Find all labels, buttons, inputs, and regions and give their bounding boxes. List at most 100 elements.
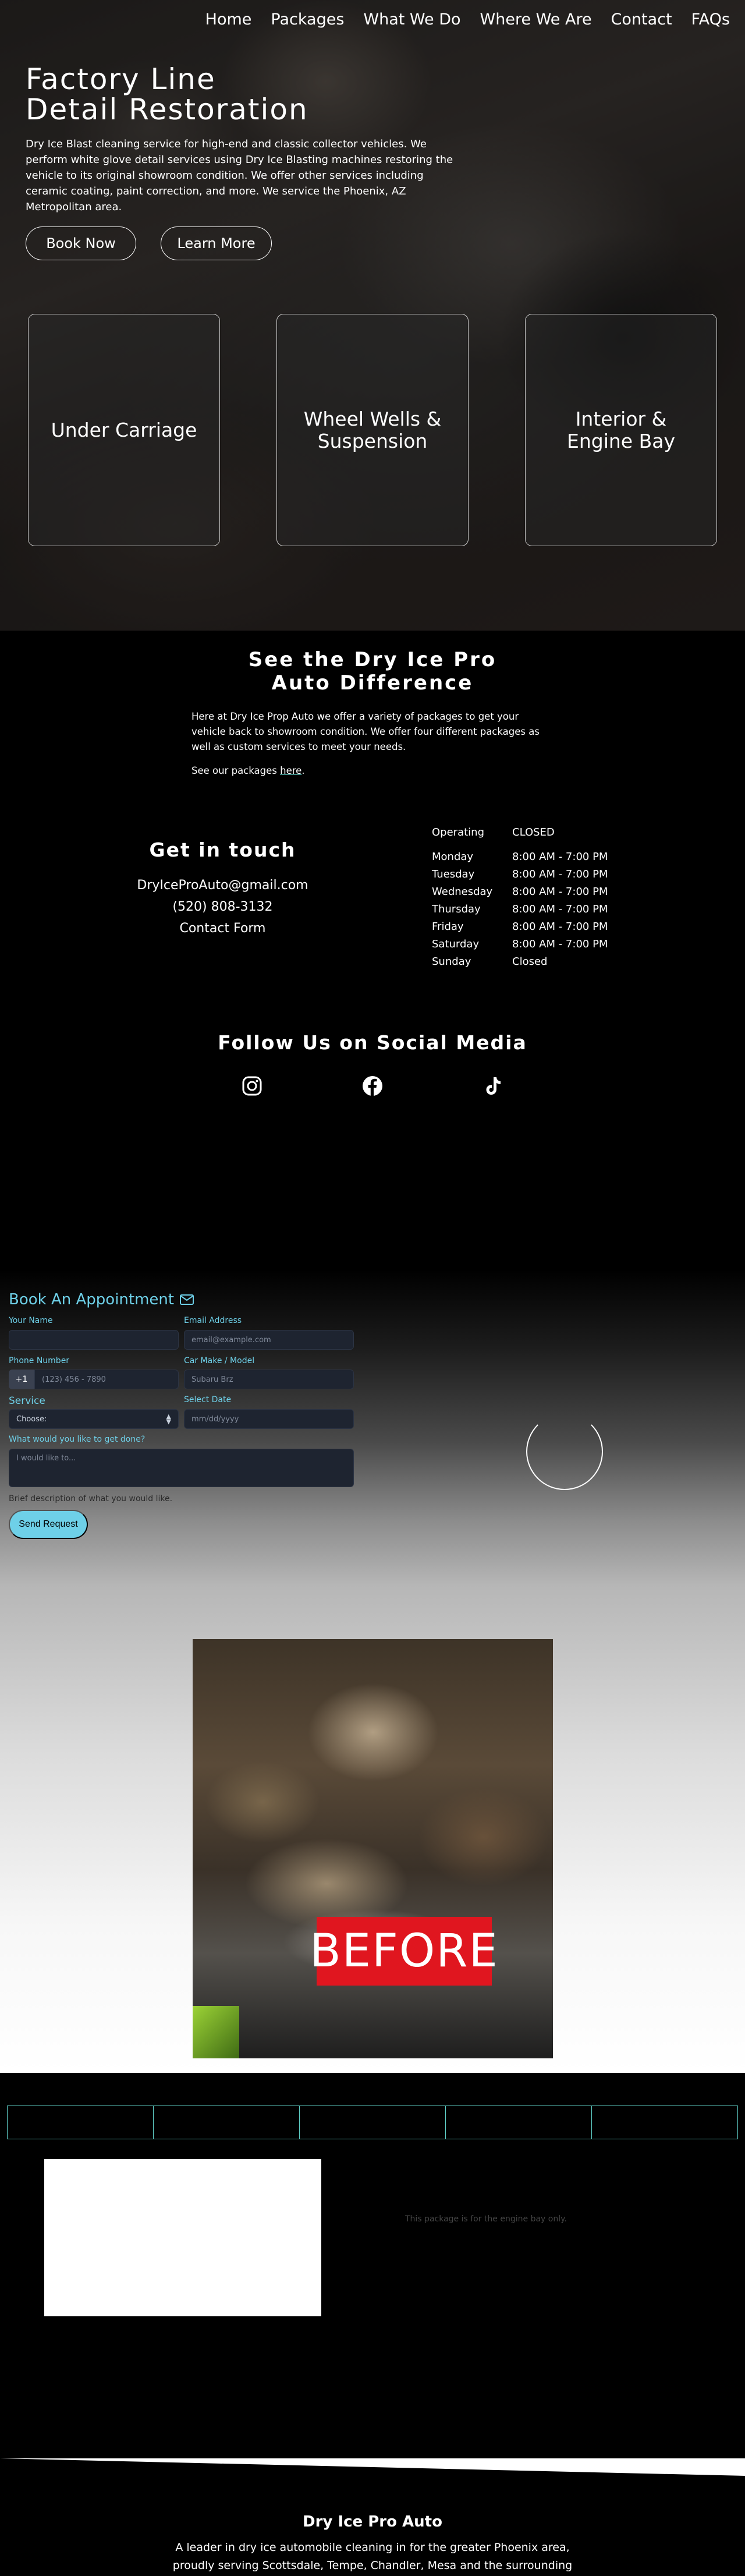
tab-premium-package[interactable]: PREMIUM PACKAGE — [154, 2106, 300, 2139]
packages-link-suffix: . — [301, 765, 305, 776]
learn-more-button[interactable]: Learn More — [161, 227, 272, 260]
nav-faqs[interactable]: FAQs — [691, 10, 730, 29]
hours-day: Monday — [432, 850, 474, 863]
packages-link-line: See our packages here. — [191, 763, 552, 779]
hours-time: 8:00 AM - 7:00 PM — [512, 885, 608, 898]
email-input[interactable]: email@example.com — [184, 1330, 354, 1350]
hours-time: 8:00 AM - 7:00 PM — [512, 868, 608, 880]
hero-title-line2: Detail Restoration — [26, 93, 308, 126]
hours-row: Thursday 8:00 AM - 7:00 PM — [432, 900, 629, 918]
hours-time: Closed — [512, 955, 548, 968]
hours-row: Tuesday 8:00 AM - 7:00 PM — [432, 865, 629, 883]
additional-charge-item: $190 for each additional hour of blastin… — [405, 2372, 602, 2383]
packages-here-link[interactable]: here — [280, 765, 301, 776]
package-image — [44, 2159, 321, 2316]
includes-item: Complimentary exterior waterless wash — [405, 2330, 597, 2341]
appointment-title: Book An Appointment — [9, 1291, 194, 1308]
hero-description: Dry Ice Blast cleaning service for high-… — [26, 138, 453, 213]
name-input[interactable] — [9, 1330, 179, 1350]
message-label: What would you like to get done? — [9, 1435, 146, 1444]
date-input[interactable]: mm/dd/yyyy — [184, 1409, 354, 1429]
loading-spinner — [526, 1413, 603, 1490]
package-name: Engine Bay Package — [405, 2182, 639, 2208]
service-card-label: Under Carriage — [51, 418, 197, 441]
tab-premier-package[interactable]: PREMIER PACKAGE — [300, 2106, 446, 2139]
book-now-button[interactable]: Book Now — [26, 227, 136, 260]
message-help: Brief description of what you would like… — [9, 1494, 173, 1503]
tab-engine-bay-package[interactable]: ENGINE BAY PACKAGE — [8, 2106, 154, 2139]
phone-label: Phone Number — [9, 1356, 70, 1365]
packages-title: Our Packages — [314, 2075, 431, 2092]
hours-day: Sunday — [432, 955, 471, 968]
includes-item: Up to 30 mins masking/prepping engine ba… — [405, 2249, 619, 2260]
message-textarea[interactable]: I would like to... — [9, 1449, 354, 1487]
phone-country-code: +1 — [9, 1370, 34, 1389]
contact-email[interactable]: DryIceProAuto@gmail.com — [87, 878, 358, 893]
facebook-icon[interactable] — [362, 1075, 383, 1096]
includes-item: Cleaning top of the engine on most of th… — [405, 2309, 630, 2320]
difference-paragraph: Here at Dry Ice Prop Auto we offer a var… — [191, 711, 540, 752]
nav-contact[interactable]: Contact — [611, 10, 672, 29]
hours-day: Saturday — [432, 937, 480, 950]
footer-title: Dry Ice Pro Auto — [303, 2513, 442, 2531]
package-starting-price: Starting At $499 — [405, 2158, 587, 2181]
hero-title-line1: Factory Line — [26, 62, 216, 96]
select-arrows-icon: ▲ ▼ — [166, 1413, 171, 1425]
car-label: Car Make / Model — [184, 1356, 255, 1365]
contact-form-link[interactable]: Contact Form — [87, 921, 358, 936]
nav-packages[interactable]: Packages — [271, 10, 344, 29]
name-label: Your Name — [9, 1316, 53, 1325]
service-label: Service — [9, 1395, 45, 1407]
date-label: Select Date — [184, 1395, 232, 1404]
tiktok-icon[interactable] — [483, 1075, 503, 1096]
before-label: BEFORE — [310, 1917, 498, 1986]
difference-title: See the Dry Ice Pro Auto Difference — [0, 648, 745, 695]
service-select-value: Choose: — [16, 1414, 47, 1424]
additional-charge-item: Additional charges for special cars (con… — [405, 2393, 698, 2404]
hours-time: 8:00 AM - 7:00 PM — [512, 937, 608, 950]
hours-row: Monday 8:00 AM - 7:00 PM — [432, 848, 629, 865]
operating-hours: Operating CLOSED Monday 8:00 AM - 7:00 PM… — [432, 823, 629, 970]
appointment-title-text: Book An Appointment — [9, 1291, 175, 1308]
service-card-under-carriage[interactable]: Under Carriage — [28, 314, 220, 546]
hero-section: Home Packages What We Do Where We Are Co… — [0, 0, 745, 631]
service-card-interior-engine[interactable]: Interior & Engine Bay — [525, 314, 717, 546]
hours-day: Friday — [432, 920, 464, 933]
packages-link-prefix: See our packages — [191, 765, 281, 776]
phone-input[interactable]: (123) 456 - 7890 — [34, 1370, 179, 1389]
tab-aftermarket-removal[interactable]: AFTERMARKET REMOVAL — [592, 2106, 737, 2139]
contact-phone[interactable]: (520) 808-3132 — [87, 900, 358, 914]
hours-day: Thursday — [432, 903, 481, 915]
engine-before-image: BEFORE — [193, 1639, 553, 2058]
car-input[interactable]: Subaru Brz — [184, 1370, 354, 1389]
send-request-button[interactable]: Send Request — [9, 1510, 88, 1539]
instagram-icon[interactable] — [242, 1075, 262, 1096]
tab-elite-package[interactable]: ELITE PACKAGE — [446, 2106, 592, 2139]
nav-where-we-are[interactable]: Where We Are — [480, 10, 592, 29]
service-select[interactable]: Choose: ▲ ▼ — [9, 1409, 179, 1429]
hours-day: Wednesday — [432, 885, 493, 898]
service-card-label: Interior & Engine Bay — [567, 407, 675, 452]
hero-title: Factory Line Detail Restoration — [26, 64, 308, 125]
includes-item: Up to 2 hours of dry ice blasting (gener… — [405, 2270, 694, 2299]
hours-time: 8:00 AM - 7:00 PM — [512, 903, 608, 915]
hours-day: Tuesday — [432, 868, 475, 880]
additional-charges-heading: Additional Charges: — [405, 2348, 580, 2366]
hours-row: Saturday 8:00 AM - 7:00 PM — [432, 935, 629, 953]
hours-row: Friday 8:00 AM - 7:00 PM — [432, 918, 629, 935]
main-nav: Home Packages What We Do Where We Are Co… — [186, 10, 730, 29]
nav-what-we-do[interactable]: What We Do — [363, 10, 460, 29]
package-tabs: ENGINE BAY PACKAGE PREMIUM PACKAGE PREMI… — [7, 2106, 738, 2139]
hours-header: Operating CLOSED — [432, 823, 629, 841]
before-image-green-patch — [193, 2006, 239, 2058]
footer-text: A leader in dry ice automobile cleaning … — [172, 2541, 573, 2572]
service-card-wheel-wells[interactable]: Wheel Wells & Suspension — [276, 314, 469, 546]
envelope-icon — [180, 1294, 194, 1305]
hours-time: 8:00 AM - 7:00 PM — [512, 920, 608, 933]
hours-header-label: Operating — [432, 826, 484, 838]
email-label: Email Address — [184, 1316, 242, 1325]
nav-home[interactable]: Home — [205, 10, 252, 29]
service-card-label: Wheel Wells & Suspension — [303, 407, 442, 452]
contact-title: Get in touch — [149, 838, 296, 861]
includes-heading: Includes: — [405, 2228, 486, 2246]
